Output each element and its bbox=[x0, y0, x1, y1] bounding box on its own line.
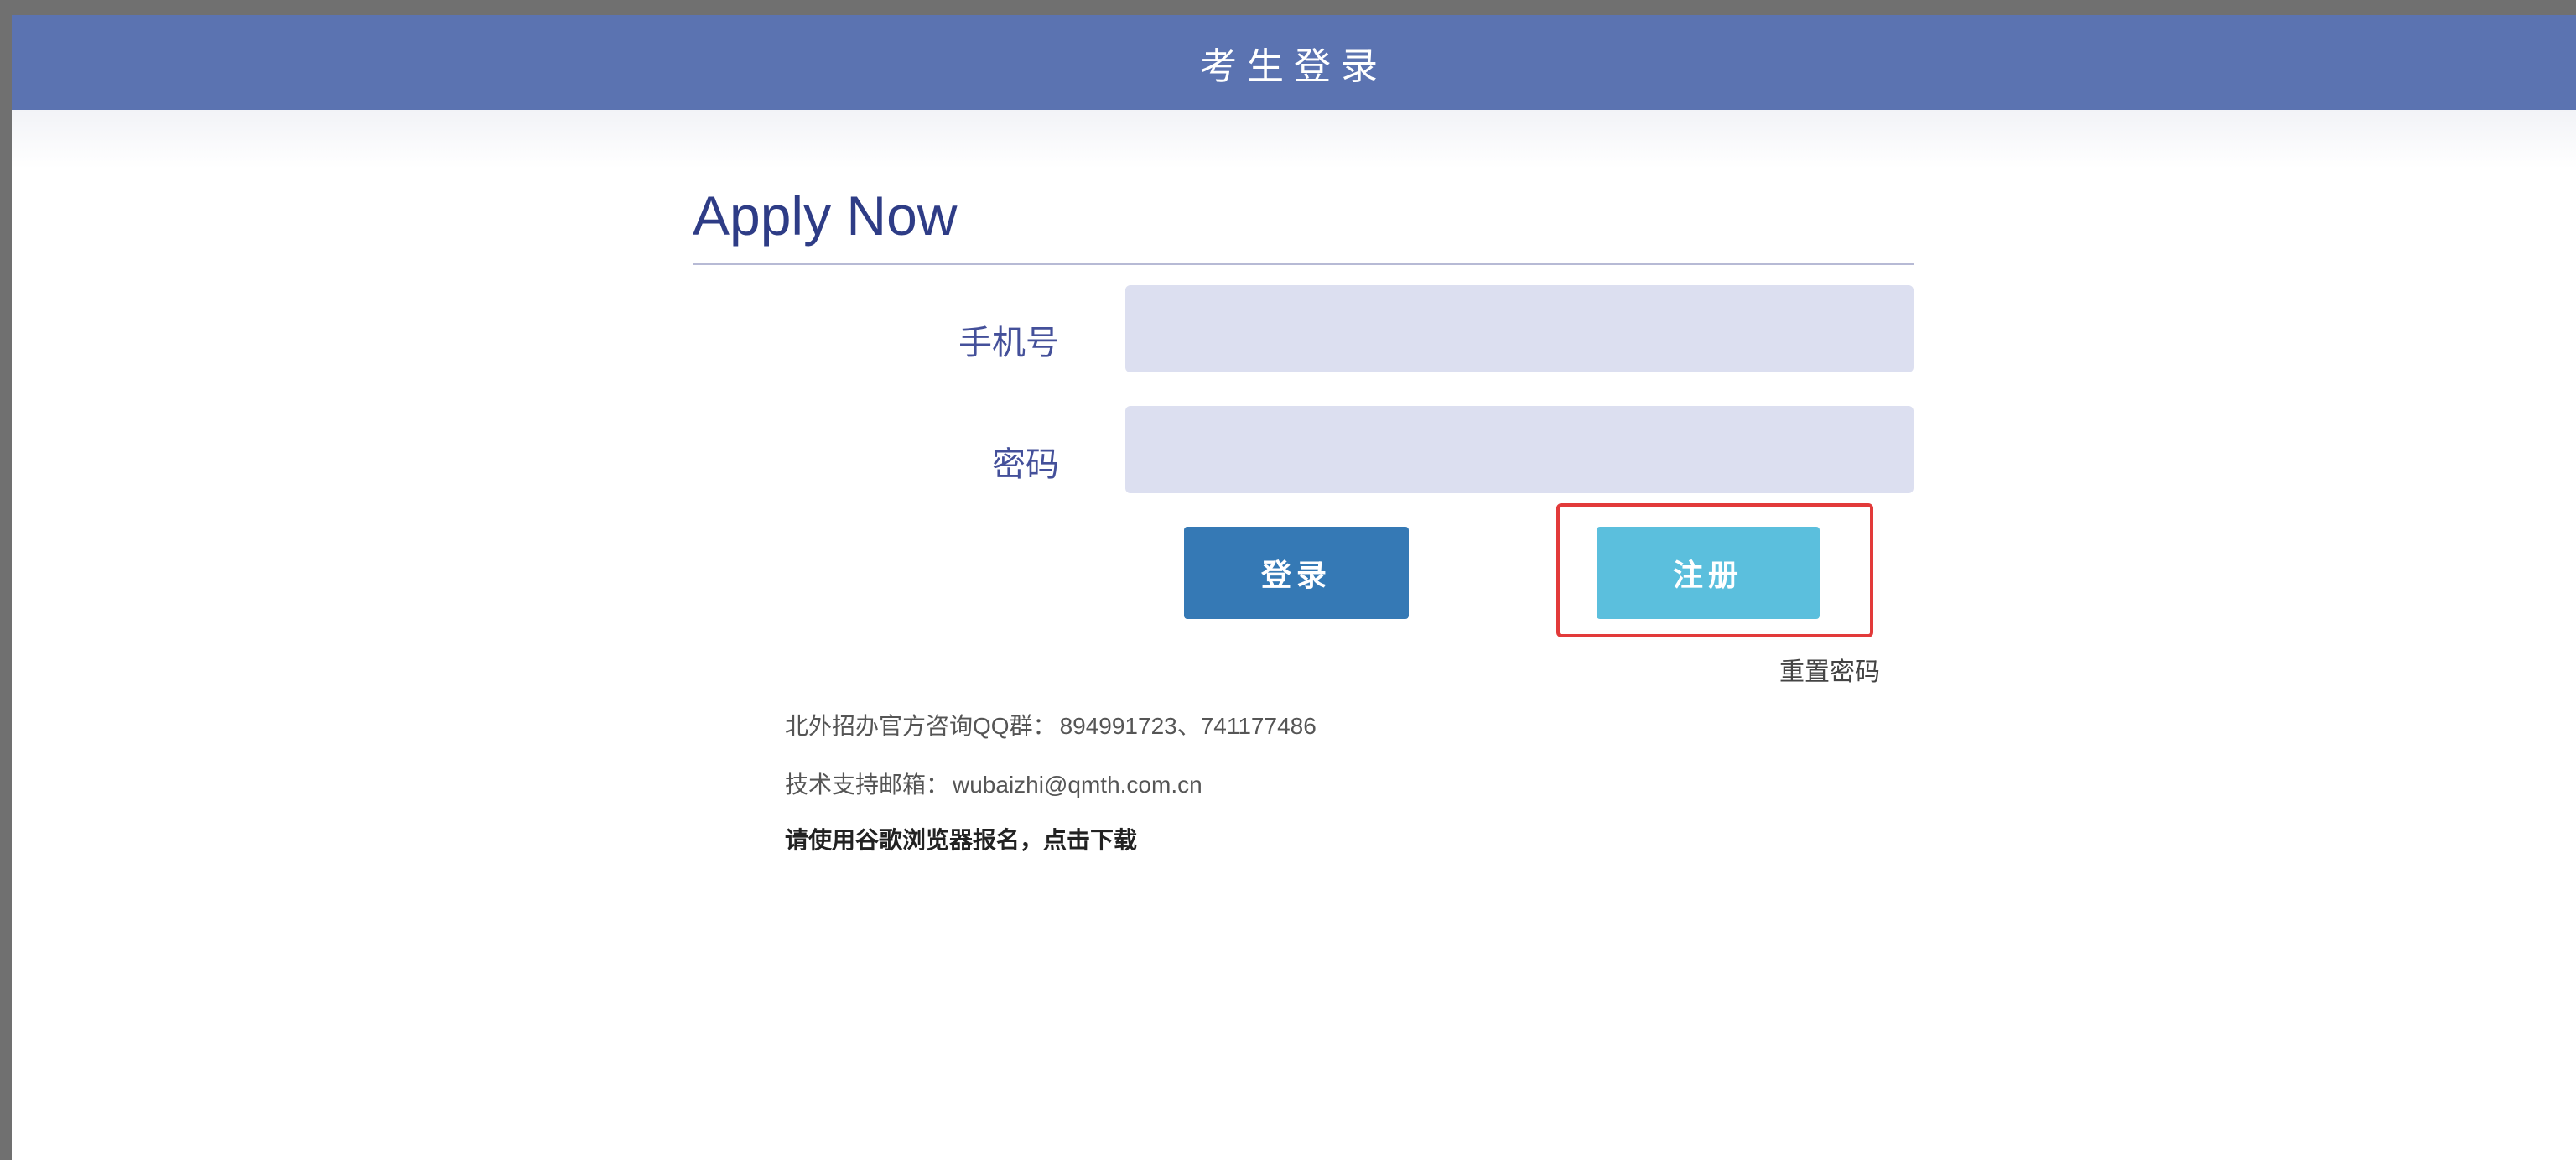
qq-group-info: 北外招办官方咨询QQ群： 894991723、741177486 bbox=[785, 708, 1317, 741]
support-email-info: 技术支持邮箱： wubaizhi@qmth.com.cn bbox=[785, 767, 1202, 800]
header-shadow bbox=[12, 110, 2576, 169]
browser-window: 考生登录 Apply Now 手机号 密码 登录 注册 重置密码 北外招办官方咨… bbox=[12, 15, 2576, 1160]
phone-input[interactable] bbox=[1125, 285, 1914, 372]
password-input[interactable] bbox=[1125, 406, 1914, 493]
password-label: 密码 bbox=[992, 445, 1059, 484]
qq-group-numbers: 894991723、741177486 bbox=[1059, 713, 1317, 739]
heading-divider bbox=[693, 263, 1914, 265]
support-email-label: 技术支持邮箱： bbox=[785, 772, 950, 798]
phone-label: 手机号 bbox=[958, 324, 1059, 362]
reset-password-link[interactable]: 重置密码 bbox=[1779, 651, 1880, 688]
support-email-address: wubaizhi@qmth.com.cn bbox=[953, 772, 1202, 798]
page-header: 考生登录 bbox=[12, 15, 2576, 110]
login-button[interactable]: 登录 bbox=[1184, 527, 1409, 619]
chrome-download-link[interactable]: 请使用谷歌浏览器报名，点击下载 bbox=[785, 822, 1137, 856]
register-button[interactable]: 注册 bbox=[1597, 527, 1820, 619]
header-title: 考生登录 bbox=[1200, 44, 1388, 88]
form-heading: Apply Now bbox=[693, 185, 958, 247]
qq-group-label: 北外招办官方咨询QQ群： bbox=[785, 713, 1057, 739]
